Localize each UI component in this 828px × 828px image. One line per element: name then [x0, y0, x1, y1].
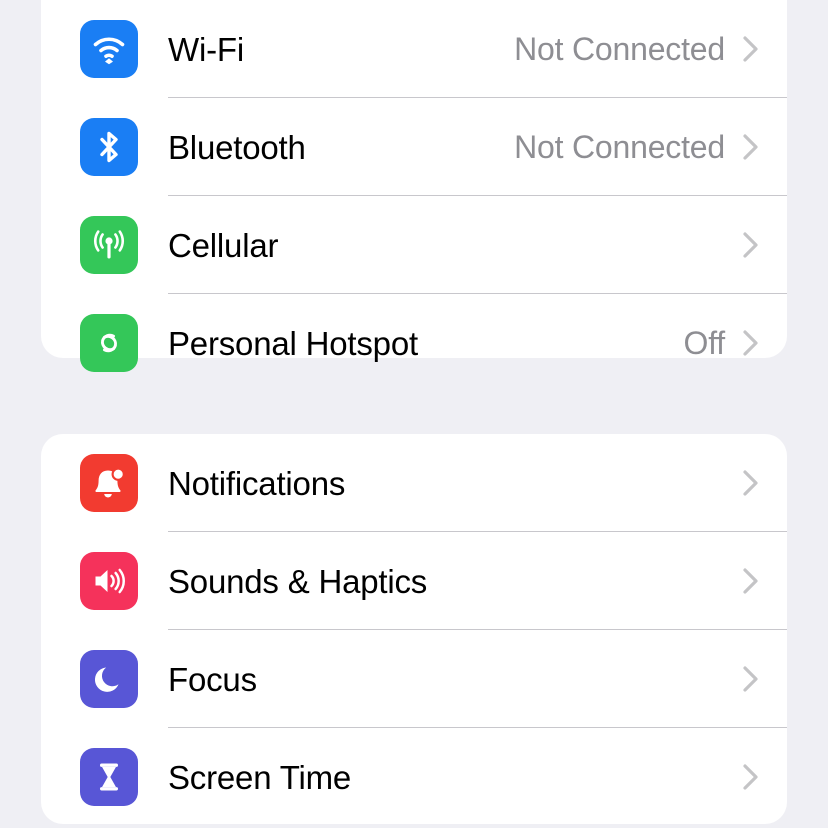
settings-group-connectivity: Wi-Fi Not Connected Bluetooth Not Connec…	[41, 0, 787, 372]
crescent-moon-icon	[80, 650, 138, 708]
chevron-right-icon	[741, 760, 761, 794]
chevron-right-icon	[741, 326, 761, 360]
settings-row-label: Cellular	[168, 226, 279, 264]
settings-row-label: Bluetooth	[168, 128, 306, 166]
settings-screen: Wi-Fi Not Connected Bluetooth Not Connec…	[0, 0, 828, 828]
settings-row-cellular[interactable]: Cellular	[41, 196, 787, 294]
chevron-right-icon	[741, 130, 761, 164]
settings-row-value: Not Connected	[514, 129, 725, 165]
settings-row-label: Wi-Fi	[168, 30, 244, 68]
settings-row-screen-time[interactable]: Screen Time	[41, 728, 787, 826]
chevron-right-icon	[741, 466, 761, 500]
settings-row-bluetooth[interactable]: Bluetooth Not Connected	[41, 98, 787, 196]
chevron-right-icon	[741, 228, 761, 262]
bluetooth-icon	[80, 118, 138, 176]
settings-row-wifi[interactable]: Wi-Fi Not Connected	[41, 0, 787, 98]
settings-row-value: Off	[683, 325, 726, 361]
personal-hotspot-link-icon	[80, 314, 138, 372]
speaker-waves-icon	[80, 552, 138, 610]
chevron-right-icon	[741, 662, 761, 696]
bell-icon	[80, 454, 138, 512]
settings-row-notifications[interactable]: Notifications	[41, 434, 787, 532]
settings-row-label: Notifications	[168, 464, 346, 502]
settings-row-label: Focus	[168, 660, 257, 698]
settings-row-focus[interactable]: Focus	[41, 630, 787, 728]
settings-row-label: Screen Time	[168, 758, 352, 796]
settings-row-personal-hotspot[interactable]: Personal Hotspot Off	[41, 294, 787, 392]
chevron-right-icon	[741, 32, 761, 66]
settings-group-alerts: Notifications Sounds & Haptics Focus Scr…	[41, 434, 787, 824]
settings-row-sounds-haptics[interactable]: Sounds & Haptics	[41, 532, 787, 630]
hourglass-icon	[80, 748, 138, 806]
settings-row-label: Personal Hotspot	[168, 324, 418, 362]
cellular-antenna-icon	[80, 216, 138, 274]
settings-row-value: Not Connected	[514, 31, 725, 67]
settings-row-label: Sounds & Haptics	[168, 562, 428, 600]
chevron-right-icon	[741, 564, 761, 598]
wifi-icon	[80, 20, 138, 78]
